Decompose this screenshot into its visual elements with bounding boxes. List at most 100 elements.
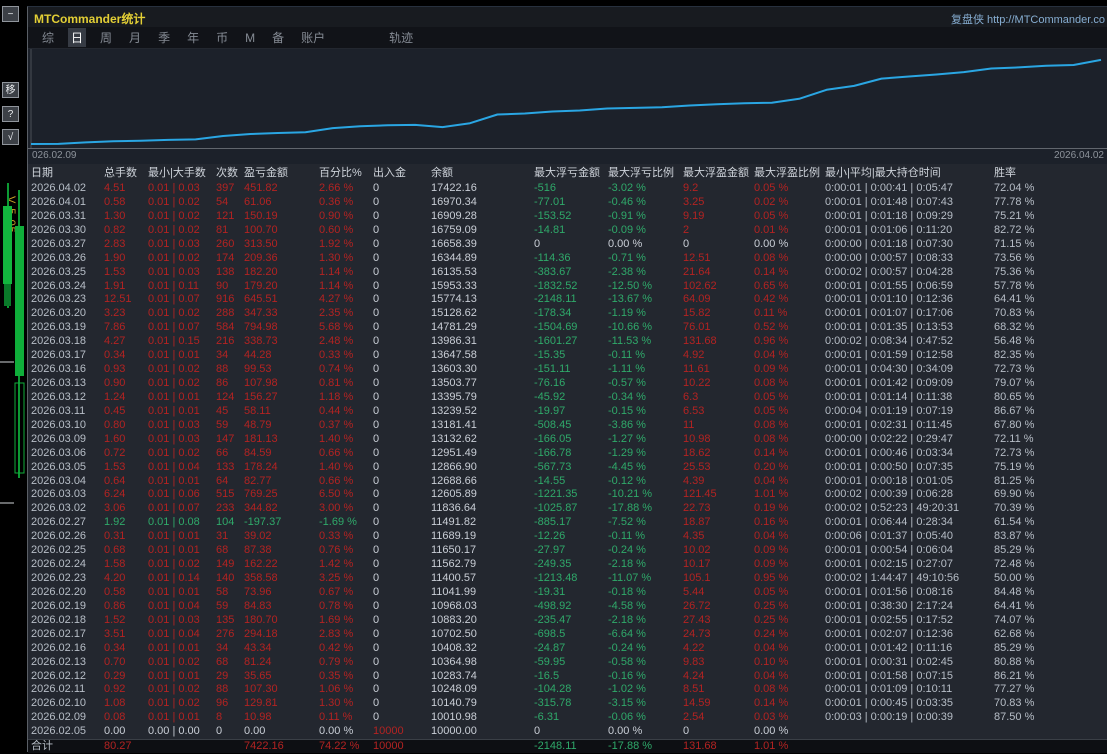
table-row[interactable]: 2026.03.251.530.01 | 0.03138182.201.14 %… [28, 266, 1107, 280]
table-row[interactable]: 2026.03.023.060.01 | 0.07233344.823.00 %… [28, 502, 1107, 516]
move-button[interactable]: 移 [2, 82, 19, 98]
table-row[interactable]: 2026.03.170.340.01 | 0.013444.280.33 %01… [28, 349, 1107, 363]
table-row[interactable]: 2026.02.120.290.01 | 0.012935.650.35 %01… [28, 670, 1107, 684]
menu-item-账户[interactable]: 账户 [298, 28, 328, 47]
cell-date: 2026.03.20 [31, 307, 103, 321]
table-row[interactable]: 2026.03.091.600.01 | 0.03147181.131.40 %… [28, 433, 1107, 447]
cell-total-lots: 7.86 [104, 321, 148, 335]
cell-max-float-profit-pct: 0.00 % [754, 238, 823, 252]
table-row[interactable]: 2026.03.184.270.01 | 0.15216338.732.48 %… [28, 335, 1107, 349]
cell-trades: 515 [216, 488, 244, 502]
menu-item-月[interactable]: 月 [126, 28, 144, 47]
cell-max-float-loss: -1213.48 [534, 572, 606, 586]
table-row[interactable]: 2026.03.197.860.01 | 0.07584794.985.68 %… [28, 321, 1107, 335]
table-row[interactable]: 2026.04.010.580.01 | 0.025461.060.36 %01… [28, 196, 1107, 210]
cell-max-float-profit: 26.72 [683, 600, 752, 614]
table-row[interactable]: 2026.02.234.200.01 | 0.14140358.583.25 %… [28, 572, 1107, 586]
table-row[interactable]: 2026.03.110.450.01 | 0.014558.110.44 %01… [28, 405, 1107, 419]
table-row[interactable]: 2026.02.250.680.01 | 0.016887.380.76 %01… [28, 544, 1107, 558]
cell-total-lots: 0.70 [104, 656, 148, 670]
cell-max-float-profit: 0 [683, 725, 752, 739]
check-button[interactable]: √ [2, 129, 19, 145]
cell-max-float-loss: -12.26 [534, 530, 606, 544]
table-row[interactable]: 2026.02.271.920.01 | 0.08104-197.37-1.69… [28, 516, 1107, 530]
table-row[interactable]: 2026.03.300.820.01 | 0.0281100.700.60 %0… [28, 224, 1107, 238]
table-row[interactable]: 2026.02.160.340.01 | 0.013443.340.42 %01… [28, 642, 1107, 656]
table-row[interactable]: 2026.03.203.230.01 | 0.02288347.332.35 %… [28, 307, 1107, 321]
table-header: 日期总手数最小|大手数次数盈亏金额百分比%出入金余额最大浮亏金额最大浮亏比例最大… [28, 165, 1107, 181]
cell-deposit-withdraw: 0 [373, 502, 429, 516]
cell-hold-time: 0:00:01 | 0:01:18 | 0:09:29 [825, 210, 992, 224]
cell-percent: 0.66 % [319, 447, 371, 461]
cell-min-max-lots: 0.01 | 0.02 [148, 196, 214, 210]
menu-item-M[interactable]: M [242, 30, 258, 46]
cell-profit: 82.77 [244, 475, 317, 489]
table-row[interactable]: 2026.02.090.080.01 | 0.01810.980.11 %010… [28, 711, 1107, 725]
table-row[interactable]: 2026.03.060.720.01 | 0.026684.590.66 %01… [28, 447, 1107, 461]
cell-min-max-lots: 0.01 | 0.15 [148, 335, 214, 349]
table-row[interactable]: 2026.03.121.240.01 | 0.01124156.271.18 %… [28, 391, 1107, 405]
cell-trades: 8 [216, 711, 244, 725]
cell-max-float-profit: 18.62 [683, 447, 752, 461]
cell-win-rate: 72.73 % [994, 363, 1074, 377]
menu-item-季[interactable]: 季 [155, 28, 173, 47]
menu-item-轨迹[interactable]: 轨迹 [386, 28, 416, 47]
cell-hold-time: 0:00:01 | 0:01:35 | 0:13:53 [825, 321, 992, 335]
help-button[interactable]: ? [2, 106, 19, 122]
table-row-total[interactable]: 合计80.277422.1674.22 %10000-2148.11-17.88… [28, 739, 1107, 753]
menu-item-币[interactable]: 币 [213, 28, 231, 47]
table-row[interactable]: 2026.03.036.240.01 | 0.06515769.256.50 %… [28, 488, 1107, 502]
cell-min-max-lots: 0.01 | 0.02 [148, 224, 214, 238]
cell-deposit-withdraw: 0 [373, 544, 429, 558]
table-row[interactable]: 2026.03.241.910.01 | 0.1190179.201.14 %0… [28, 280, 1107, 294]
cell-min-max-lots: 0.01 | 0.06 [148, 488, 214, 502]
minimize-button[interactable]: − [2, 6, 19, 22]
menu-item-日[interactable]: 日 [68, 28, 86, 47]
cell-date: 2026.03.23 [31, 293, 103, 307]
cell-profit: 338.73 [244, 335, 317, 349]
table-body: 2026.04.024.510.01 | 0.03397451.822.66 %… [28, 182, 1107, 753]
table-row[interactable]: 2026.03.272.830.01 | 0.03260313.501.92 %… [28, 238, 1107, 252]
table-row[interactable]: 2026.03.261.900.01 | 0.02174209.361.30 %… [28, 252, 1107, 266]
table-row[interactable]: 2026.02.101.080.01 | 0.0296129.811.30 %0… [28, 697, 1107, 711]
cell-max-float-profit-pct: 0.24 % [754, 628, 823, 642]
cell-max-float-profit-pct: 0.04 % [754, 349, 823, 363]
cell-hold-time: 0:00:01 | 0:00:50 | 0:07:35 [825, 461, 992, 475]
table-row[interactable]: 2026.03.311.300.01 | 0.02121150.190.90 %… [28, 210, 1107, 224]
cell-percent: 0.35 % [319, 670, 371, 684]
table-row[interactable]: 2026.02.260.310.01 | 0.013139.020.33 %01… [28, 530, 1107, 544]
cell-win-rate: 83.87 % [994, 530, 1074, 544]
cell-percent: 1.06 % [319, 683, 371, 697]
table-row[interactable]: 2026.03.051.530.01 | 0.04133178.241.40 %… [28, 461, 1107, 475]
table-row[interactable]: 2026.03.160.930.01 | 0.028899.530.74 %01… [28, 363, 1107, 377]
cell-date: 2026.02.23 [31, 572, 103, 586]
menu-item-周[interactable]: 周 [97, 28, 115, 47]
table-row[interactable]: 2026.02.110.920.01 | 0.0288107.301.06 %0… [28, 683, 1107, 697]
cell-balance: 10000.00 [431, 725, 531, 739]
menu-item-综[interactable]: 综 [39, 28, 57, 47]
cell-max-float-loss: -19.31 [534, 586, 606, 600]
table-row[interactable]: 2026.02.173.510.01 | 0.04276294.182.83 %… [28, 628, 1107, 642]
table-row[interactable]: 2026.03.040.640.01 | 0.016482.770.66 %01… [28, 475, 1107, 489]
table-row[interactable]: 2026.03.130.900.01 | 0.0286107.980.81 %0… [28, 377, 1107, 391]
cell-max-float-profit: 4.39 [683, 475, 752, 489]
table-row[interactable]: 2026.02.190.860.01 | 0.045984.830.78 %01… [28, 600, 1107, 614]
table-row[interactable]: 2026.02.050.000.00 | 0.0000.000.00 %1000… [28, 725, 1107, 739]
menu-item-备[interactable]: 备 [269, 28, 287, 47]
table-row[interactable]: 2026.03.100.800.01 | 0.035948.790.37 %01… [28, 419, 1107, 433]
table-row[interactable]: 2026.02.181.520.01 | 0.03135180.701.69 %… [28, 614, 1107, 628]
table-row[interactable]: 2026.02.130.700.01 | 0.026881.240.79 %01… [28, 656, 1107, 670]
table-row[interactable]: 2026.04.024.510.01 | 0.03397451.822.66 %… [28, 182, 1107, 196]
cell-win-rate: 80.88 % [994, 656, 1074, 670]
cell-balance: 13239.52 [431, 405, 531, 419]
table-row[interactable]: 2026.02.200.580.01 | 0.015873.960.67 %01… [28, 586, 1107, 600]
cell-profit: 178.24 [244, 461, 317, 475]
cell-date: 2026.03.17 [31, 349, 103, 363]
website-link[interactable]: 复盘侠 http://MTCommander.co [951, 11, 1105, 27]
menu-item-年[interactable]: 年 [184, 28, 202, 47]
cell-trades: 104 [216, 516, 244, 530]
table-row[interactable]: 2026.02.241.580.01 | 0.02149162.221.42 %… [28, 558, 1107, 572]
table-row[interactable]: 2026.03.2312.510.01 | 0.07916645.514.27 … [28, 293, 1107, 307]
cell-hold-time: 0:00:01 | 0:02:15 | 0:27:07 [825, 558, 992, 572]
cell-max-float-profit-pct: 0.04 % [754, 670, 823, 684]
